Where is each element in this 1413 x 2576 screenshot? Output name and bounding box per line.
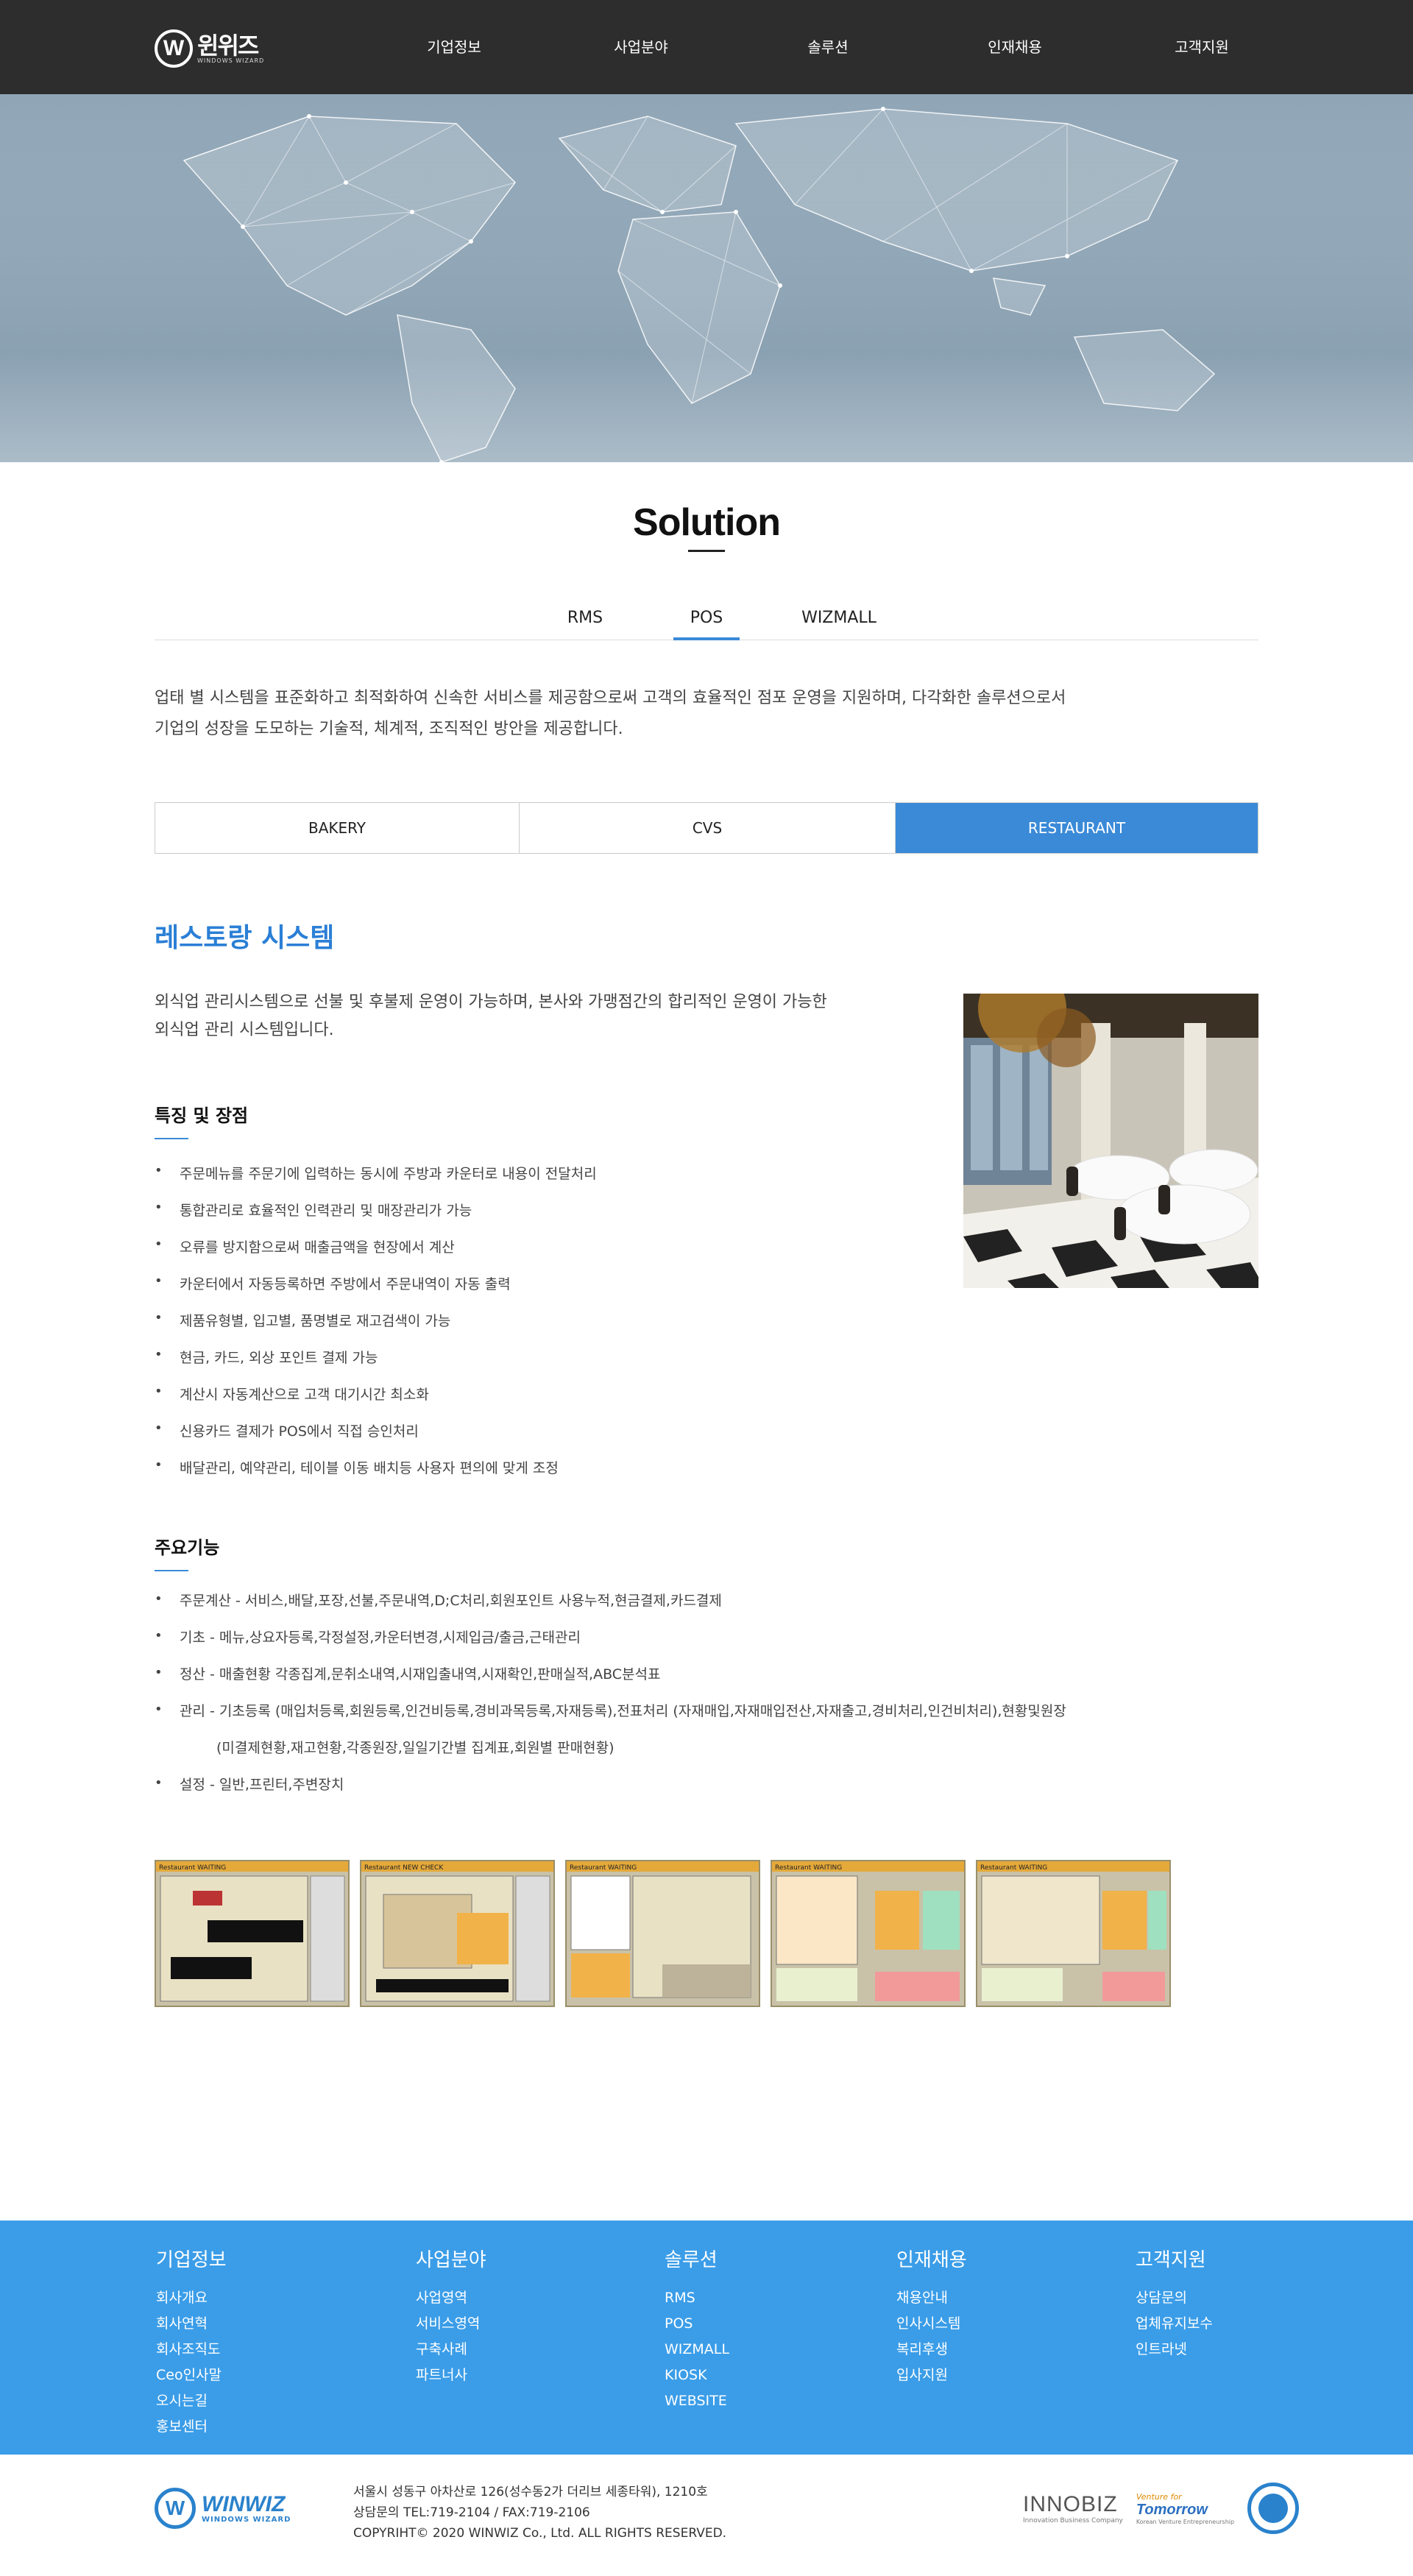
footer-link[interactable]: 회사조직도 [156,2337,227,2363]
subtab-cvs[interactable]: CVS [520,803,896,853]
company-address: 서울시 성동구 아차산로 126(성수동2가 더리브 세종타워), 1210호 [353,2485,708,2499]
list-item: 설정 - 일반,프린터,주변장치 [155,1772,1258,1796]
venture-logo: Venture for Tomorrow Korean Venture Entr… [1136,2491,1235,2525]
nav-business[interactable]: 사업분야 [548,0,734,94]
footer-link[interactable]: 파트너사 [416,2363,486,2388]
certification-logos: INNOBIZ Innovation Business Company Vent… [1023,2483,1300,2534]
list-item: 배달관리, 예약관리, 테이블 이동 배치등 사용자 편의에 맞게 조정 [155,1454,1038,1494]
list-item: 계산시 자동계산으로 고객 대기시간 최소화 [155,1381,1038,1420]
footer-link[interactable]: 회사개요 [156,2285,227,2311]
title-underline [688,550,725,552]
innobiz-logo: INNOBIZ Innovation Business Company [1023,2492,1123,2524]
footer-link[interactable]: KIOSK [665,2363,729,2388]
svg-text:Restaurant WAITING: Restaurant WAITING [159,1864,226,1872]
svg-text:Restaurant NEW CHECK: Restaurant NEW CHECK [364,1864,444,1872]
list-item-continuation: (미결제현황,재고현황,각종원장,일일기간별 집계표,회원별 판매현황) [216,1740,615,1756]
tab-rms[interactable]: RMS [552,596,618,640]
footer-link[interactable]: 인사시스템 [896,2311,967,2337]
main-nav: 기업정보 사업분야 솔루션 인재채용 고객지원 [361,0,1295,94]
hero-banner [0,94,1413,462]
footer-col-business: 사업분야 사업영역 서비스영역 구축사례 파트너사 [416,2245,486,2388]
svg-text:Restaurant WAITING: Restaurant WAITING [980,1864,1047,1872]
list-item: 주문메뉴를 주문기에 입력하는 동시에 주방과 카운터로 내용이 전달처리 [155,1160,1038,1200]
footer-link[interactable]: POS [665,2311,729,2337]
features-title-line [155,1138,188,1139]
functions-title: 주요기능 [155,1538,220,1558]
tab-pos[interactable]: POS [673,596,740,640]
world-network-graphic [0,94,1413,462]
list-item: 현금, 카드, 외상 포인트 결제 가능 [155,1344,1038,1384]
features-title: 특징 및 장점 [155,1105,249,1126]
list-item: 오류를 방지함으로써 매출금액을 현장에서 계산 [155,1234,1038,1273]
footer-link[interactable]: WEBSITE [665,2388,729,2414]
solution-intro: 업태 별 시스템을 표준화하고 최적화하여 신속한 서비스를 제공함으로써 고객… [155,689,1066,738]
logo-en: WINDOWS WIZARD [197,57,265,64]
site-logo[interactable]: W 윈위즈 WINDOWS WIZARD [155,29,264,68]
footer-link[interactable]: WIZMALL [665,2337,729,2363]
section-description: 외식업 관리시스템으로 선불 및 후불제 운영이 가능하며, 본사와 가맹점간의… [155,993,827,1039]
footer-link[interactable]: 업체유지보수 [1136,2311,1213,2337]
features-list: 주문메뉴를 주문기에 입력하는 동시에 주방과 카운터로 내용이 전달처리 통합… [155,1160,1038,1494]
section-title: 레스토랑 시스템 [155,923,335,953]
subtab-restaurant[interactable]: RESTAURANT [896,803,1258,853]
footer-col-recruit: 인재채용 채용안내 인사시스템 복리후생 입사지원 [896,2245,967,2388]
copyright: COPYRIHT© 2020 WINWIZ Co., Ltd. ALL RIGH… [353,2526,727,2541]
pos-subtabs: BAKERY CVS RESTAURANT [155,802,1258,854]
pos-screenshot[interactable]: Restaurant WAITING [976,1860,1171,2007]
footer-col-support: 고객지원 상담문의 업체유지보수 인트라넷 [1136,2245,1213,2363]
footer-link[interactable]: 입사지원 [896,2363,967,2388]
logo-mark: W [155,29,193,68]
site-header: W 윈위즈 WINDOWS WIZARD 기업정보 사업분야 솔루션 인재채용 … [0,0,1413,94]
footer-link[interactable]: Ceo인사말 [156,2363,227,2388]
list-item: 관리 - 기초등록 (매입처등록,회원등록,인건비등록,경비과목등록,자재등록)… [155,1699,1258,1759]
footer-logo-mark: W [155,2488,196,2529]
company-info: 서울시 성동구 아차산로 126(성수동2가 더리브 세종타워), 1210호 … [353,2482,726,2544]
logo-kr: 윈위즈 [197,31,259,60]
footer-link[interactable]: RMS [665,2285,729,2311]
list-item: 제품유형별, 입고별, 품명별로 재고검색이 가능 [155,1307,1038,1347]
pos-screenshots: Restaurant WAITING Restaurant NEW CHECK … [155,1860,1171,2007]
footer-link[interactable]: 구축사례 [416,2337,486,2363]
footer-link[interactable]: 인트라넷 [1136,2337,1213,2363]
list-item: 기초 - 메뉴,상요자등록,각정설정,카운터변경,시제입금/출금,근태관리 [155,1625,1258,1649]
footer-link[interactable]: 오시는길 [156,2388,227,2414]
footer-link[interactable]: 상담문의 [1136,2285,1213,2311]
footer-col-company: 기업정보 회사개요 회사연혁 회사조직도 Ceo인사말 오시는길 홍보센터 [156,2245,227,2440]
footer-col-solution: 솔루션 RMS POS WIZMALL KIOSK WEBSITE [665,2245,729,2414]
footer-link[interactable]: 홍보센터 [156,2414,227,2440]
footer-logo-text: WINWIZ [202,2491,286,2516]
footer-link[interactable]: 사업영역 [416,2285,486,2311]
list-item: 정산 - 매출현황 각종집계,문취소내역,시재입출내역,시재확인,판매실적,AB… [155,1662,1258,1685]
pos-screenshot[interactable]: Restaurant WAITING [771,1860,966,2007]
footer-logo-subtext: WINDOWS WIZARD [202,2515,291,2524]
nav-support[interactable]: 고객지원 [1108,0,1295,94]
footer-logo[interactable]: W WINWIZ WINDOWS WIZARD [155,2488,291,2529]
svg-text:Restaurant WAITING: Restaurant WAITING [570,1864,637,1872]
list-item: 주문계산 - 서비스,배달,포장,선불,주문내역,D;C처리,회원포인트 사용누… [155,1588,1258,1612]
company-phone: 상담문의 TEL:719-2104 / FAX:719-2106 [353,2505,590,2520]
footer-link[interactable]: 회사연혁 [156,2311,227,2337]
functions-list: 주문계산 - 서비스,배달,포장,선불,주문내역,D;C처리,회원포인트 사용누… [155,1588,1258,1811]
list-item: 신용카드 결제가 POS에서 직접 승인처리 [155,1418,1038,1457]
pos-screenshot[interactable]: Restaurant WAITING [155,1860,350,2007]
svg-text:Restaurant WAITING: Restaurant WAITING [775,1864,842,1872]
pos-screenshot[interactable]: Restaurant NEW CHECK [360,1860,555,2007]
pos-screenshot[interactable]: Restaurant WAITING [565,1860,760,2007]
certification-seal-icon [1247,2483,1300,2534]
list-item: 카운터에서 자동등록하면 주방에서 주문내역이 자동 출력 [155,1270,1038,1310]
nav-company[interactable]: 기업정보 [361,0,548,94]
subtab-bakery[interactable]: BAKERY [155,803,520,853]
page-title: Solution [633,501,781,544]
nav-solution[interactable]: 솔루션 [734,0,921,94]
functions-title-line [155,1570,188,1571]
footer-link[interactable]: 복리후생 [896,2337,967,2363]
tab-wizmall[interactable]: WIZMALL [795,596,883,640]
footer-link[interactable]: 채용안내 [896,2285,967,2311]
list-item: 통합관리로 효율적인 인력관리 및 매장관리가 가능 [155,1197,1038,1236]
solution-tabs: RMS POS WIZMALL [155,589,1258,640]
footer-link[interactable]: 서비스영역 [416,2311,486,2337]
nav-recruit[interactable]: 인재채용 [921,0,1108,94]
